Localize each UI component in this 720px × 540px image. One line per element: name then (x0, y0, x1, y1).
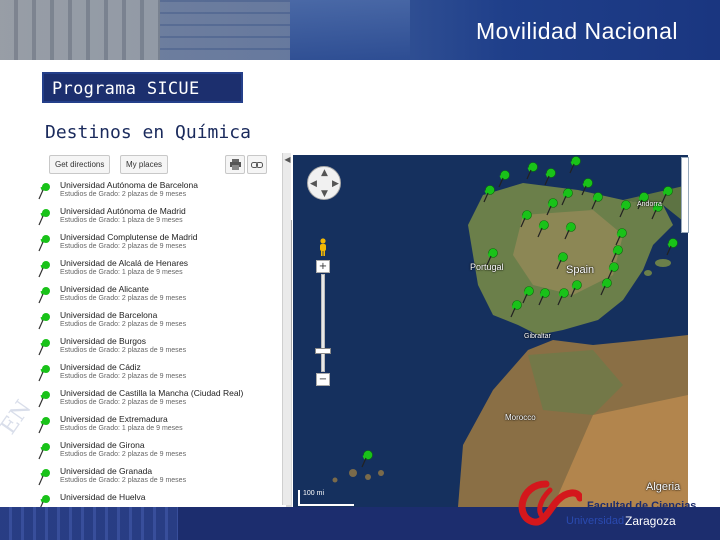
map-pan-control[interactable]: ▲ ▼ ◀ ▶ (307, 166, 341, 200)
map-side-widget[interactable] (681, 157, 689, 233)
result-item[interactable]: Universidad de Extremadura Estudios de Gr… (28, 414, 286, 440)
result-item[interactable]: Universidad de Cádiz Estudios de Grado: 2… (28, 362, 286, 388)
result-item[interactable]: Universidad de Alicante Estudios de Grado… (28, 284, 286, 310)
zoom-out-button[interactable]: − (316, 373, 330, 386)
map-imagery (293, 155, 688, 507)
result-detail: Estudios de Grado: 2 plazas de 9 meses (60, 373, 187, 380)
result-detail: Estudios de Grado: 2 plazas de 9 meses (60, 191, 187, 198)
maps-results-panel: Get directions My places Universidad Aut… (28, 152, 293, 507)
result-detail: Estudios de Grado: 2 plazas de 9 meses (60, 321, 187, 328)
map-label-gibraltar: Gibraltar (524, 333, 551, 340)
result-item[interactable]: Universidad de Burgos Estudios de Grado: … (28, 336, 286, 362)
result-name[interactable]: Universidad de Barcelona (60, 310, 157, 320)
result-detail: Estudios de Grado: 2 plazas de 9 meses (60, 347, 187, 354)
slide-subtitle: Destinos en Química (45, 122, 251, 143)
pan-left-icon[interactable]: ◀ (310, 179, 317, 189)
header-banner: Movilidad Nacional (0, 0, 720, 60)
pan-right-icon[interactable]: ▶ (332, 179, 339, 189)
result-item[interactable]: Universidad de Huelva (28, 492, 286, 507)
result-item[interactable]: Universidad de Granada Estudios de Grado:… (28, 466, 286, 492)
green-pushpin-icon (38, 469, 50, 486)
result-item[interactable]: Universidad de Barcelona Estudios de Grad… (28, 310, 286, 336)
university-label: Universidad (566, 515, 625, 527)
banner-building-photo (290, 0, 410, 60)
result-name[interactable]: Universidad de Alicante (60, 284, 149, 294)
banner-building-photo (160, 0, 290, 60)
green-pushpin-icon (38, 313, 50, 330)
result-name[interactable]: Universidad de Alcalá de Henares (60, 258, 188, 268)
result-item[interactable]: Universidad de Girona Estudios de Grado: … (28, 440, 286, 466)
green-pushpin-icon (38, 287, 50, 304)
green-pushpin-icon (38, 209, 50, 226)
map-label-morocco: Morocco (505, 413, 536, 422)
faculty-name: Facultad de Ciencias (587, 500, 697, 512)
result-detail: Estudios de Grado: 2 plazas de 9 meses (60, 451, 187, 458)
collapse-arrow-icon[interactable]: ◀ (283, 155, 292, 165)
result-detail: Estudios de Grado: 2 plazas de 9 meses (60, 477, 187, 484)
result-name[interactable]: Universidad de Girona (60, 440, 145, 450)
print-button[interactable] (225, 155, 245, 174)
slide-title: Movilidad Nacional (475, 18, 678, 44)
result-detail: Estudios de Grado: 1 plaza de 9 meses (60, 269, 183, 276)
footer-crest-strip (0, 507, 178, 540)
print-icon (229, 159, 241, 170)
my-places-button[interactable]: My places (120, 155, 169, 174)
banner-building-photo (0, 0, 160, 60)
link-icon (251, 162, 263, 168)
section-label: Programa SICUE (52, 79, 200, 99)
map-label-algeria: Algeria (646, 481, 681, 493)
zoom-slider-thumb[interactable] (315, 348, 331, 354)
street-view-pegman-icon[interactable] (318, 238, 328, 256)
map-label-andorra: Andorra (637, 201, 662, 208)
result-name[interactable]: Universidad de Huelva (60, 492, 146, 502)
section-label-box: Programa SICUE (42, 72, 243, 103)
result-item[interactable]: Universidad Autónoma de Madrid Estudios d… (28, 206, 286, 232)
result-item[interactable]: Universidad de Castilla la Mancha (Ciuda… (28, 388, 286, 414)
get-directions-button[interactable]: Get directions (49, 155, 111, 174)
pan-up-icon[interactable]: ▲ (321, 168, 328, 178)
slide: Movilidad Nacional Programa SICUE Destin… (0, 0, 720, 540)
green-pushpin-icon (40, 495, 50, 507)
result-name[interactable]: Universidad Autónoma de Madrid (60, 206, 186, 216)
green-pushpin-icon (38, 365, 50, 382)
green-pushpin-icon (38, 183, 50, 200)
zoom-slider-track[interactable] (321, 274, 325, 372)
result-name[interactable]: Universidad de Burgos (60, 336, 146, 346)
result-item[interactable]: Universidad Complutense de Madrid Estudio… (28, 232, 286, 258)
green-pushpin-icon (38, 417, 50, 434)
result-name[interactable]: Universidad Autónoma de Barcelona (60, 180, 198, 190)
green-pushpin-icon (38, 261, 50, 278)
map-scale-text: 100 mi (303, 490, 325, 497)
green-pushpin-icon (38, 235, 50, 252)
pan-down-icon[interactable]: ▼ (321, 189, 328, 199)
panel-collapse-bar[interactable]: ◀ (282, 153, 291, 505)
result-detail: Estudios de Grado: 2 plazas de 9 meses (60, 295, 187, 302)
zoom-in-button[interactable]: + (316, 260, 330, 273)
result-detail: Estudios de Grado: 1 plaza de 9 meses (60, 217, 183, 224)
result-name[interactable]: Universidad de Castilla la Mancha (Ciuda… (60, 388, 243, 398)
result-detail: Estudios de Grado: 2 plazas de 9 meses (60, 243, 187, 250)
result-item[interactable]: Universidad de Alcalá de Henares Estudios… (28, 258, 286, 284)
result-item[interactable]: Universidad Autónoma de Barcelona Estudio… (28, 180, 286, 206)
university-city: Zaragoza (625, 514, 676, 528)
map-label-portugal: Portugal (470, 262, 504, 272)
link-button[interactable] (247, 155, 267, 174)
green-pushpin-icon (38, 391, 50, 408)
maps-toolbar: Get directions My places (28, 152, 293, 178)
green-pushpin-icon (38, 443, 50, 460)
result-detail: Estudios de Grado: 2 plazas de 9 meses (60, 399, 187, 406)
satellite-map[interactable] (293, 155, 688, 507)
result-name[interactable]: Universidad de Granada (60, 466, 152, 476)
map-label-spain: Spain (566, 264, 595, 276)
result-name[interactable]: Universidad Complutense de Madrid (60, 232, 198, 242)
result-name[interactable]: Universidad de Extremadura (60, 414, 168, 424)
result-name[interactable]: Universidad de Cádiz (60, 362, 141, 372)
result-detail: Estudios de Grado: 1 plaza de 9 meses (60, 425, 183, 432)
green-pushpin-icon (38, 339, 50, 356)
